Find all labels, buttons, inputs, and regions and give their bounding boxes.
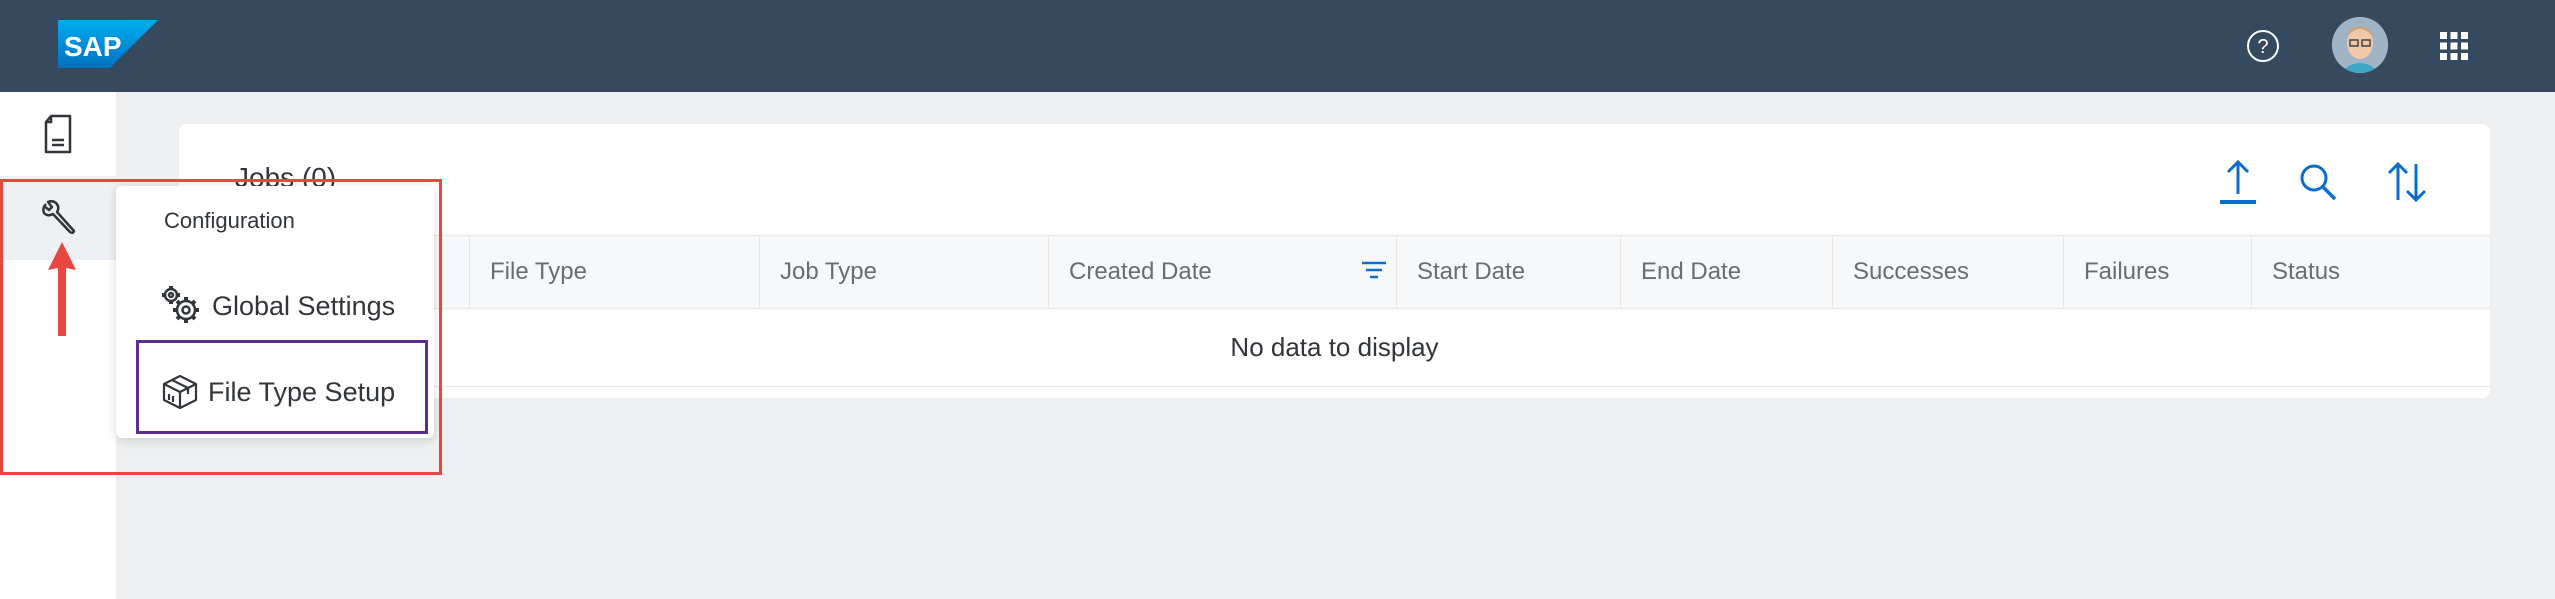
svg-text:?: ? xyxy=(2257,36,2268,58)
column-header-created-date[interactable]: Created Date xyxy=(1048,236,1396,308)
column-header-end-date[interactable]: End Date xyxy=(1620,236,1832,308)
wrench-icon xyxy=(42,199,76,235)
menu-item-file-type-setup-label: File Type Setup xyxy=(208,376,396,407)
user-avatar[interactable] xyxy=(2332,17,2388,73)
app-grid-icon xyxy=(2440,32,2468,60)
column-header-status[interactable]: Status xyxy=(2251,236,2490,308)
menu-item-global-settings[interactable]: Global Settings xyxy=(116,266,434,346)
search-icon xyxy=(2300,164,2337,201)
upload-icon xyxy=(2220,159,2256,204)
no-data-message: No data to display xyxy=(179,309,2490,387)
column-header-created-date-label: Created Date xyxy=(1069,258,1212,285)
jobs-panel: Jobs (0) File Type Job Type Created Date xyxy=(179,124,2490,398)
column-header-failures[interactable]: Failures xyxy=(2063,236,2251,308)
app-grid-button[interactable] xyxy=(2430,22,2478,70)
search-button[interactable] xyxy=(2290,154,2346,210)
nav-item-jobs[interactable] xyxy=(0,92,116,176)
filter-icon xyxy=(1362,261,1386,279)
configuration-menu: Configuration Global Settings File Type … xyxy=(116,186,434,438)
gears-icon xyxy=(162,286,199,323)
sort-button[interactable] xyxy=(2379,154,2435,210)
sap-logo[interactable]: SAP xyxy=(58,20,158,68)
box-icon xyxy=(162,374,198,410)
column-header-job-type[interactable]: Job Type xyxy=(759,236,1048,308)
column-header-file-type[interactable]: File Type xyxy=(469,236,759,308)
document-icon xyxy=(44,114,72,154)
menu-header: Configuration xyxy=(164,208,295,233)
help-button[interactable]: ? xyxy=(2239,22,2287,70)
upload-button[interactable] xyxy=(2210,154,2266,210)
column-header-start-date[interactable]: Start Date xyxy=(1396,236,1620,308)
sap-logo-text: SAP xyxy=(64,31,122,62)
help-icon: ? xyxy=(2247,30,2279,62)
table-header: File Type Job Type Created Date Start Da… xyxy=(179,235,2490,309)
menu-item-global-settings-label: Global Settings xyxy=(212,290,396,321)
nav-item-configuration[interactable] xyxy=(0,176,116,260)
shell-bar: SAP ? xyxy=(0,0,2555,92)
sort-icon xyxy=(2387,161,2427,203)
menu-item-file-type-setup[interactable]: File Type Setup xyxy=(116,352,434,432)
column-header-successes[interactable]: Successes xyxy=(1832,236,2063,308)
